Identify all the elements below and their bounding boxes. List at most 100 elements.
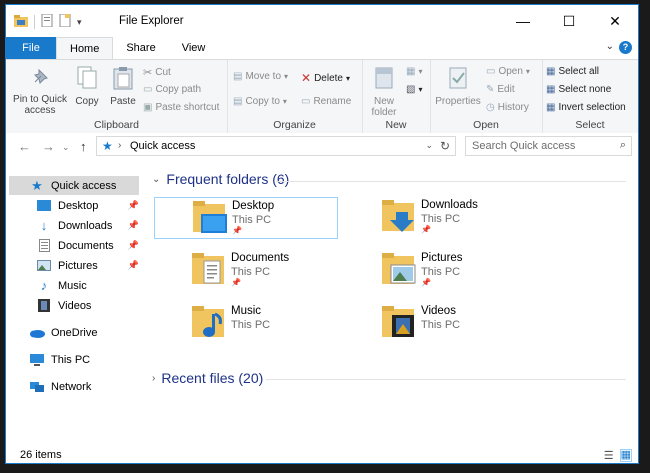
qat-dropdown-icon[interactable]: ▾	[77, 17, 82, 28]
nav-item-desktop[interactable]: Desktop 📌	[9, 196, 139, 215]
delete-button[interactable]: ✕ Delete ▾	[301, 71, 350, 85]
copy-to-button[interactable]: ▤ Copy to ▾	[233, 96, 287, 107]
new-item-button[interactable]: ▦ ▾	[406, 66, 422, 77]
nav-item-music[interactable]: ♪ Music	[9, 276, 139, 295]
status-bar: 26 items ☰ ▦	[6, 447, 638, 463]
folder-location: This PC	[421, 266, 461, 278]
breadcrumb-chevron-icon[interactable]: ›	[118, 140, 121, 151]
invert-selection-label: Invert selection	[558, 102, 626, 113]
help-icon[interactable]: ?	[619, 41, 632, 54]
search-box[interactable]: Search Quick access ⌕	[465, 136, 632, 156]
copy-to-label: Copy to	[245, 96, 280, 107]
minimize-button[interactable]: —	[500, 5, 546, 37]
folder-tile-music[interactable]: Music This PC	[154, 303, 338, 345]
nav-item-network[interactable]: Network	[9, 377, 139, 396]
collapse-chevron-icon[interactable]: ⌄	[152, 174, 160, 185]
folder-tile-videos[interactable]: Videos This PC	[344, 303, 528, 345]
properties-qat-icon[interactable]	[41, 13, 53, 30]
invert-selection-button[interactable]: ▦ Invert selection	[546, 102, 626, 113]
cut-button[interactable]: ✂ Cut	[143, 66, 171, 79]
easy-access-button[interactable]: ▧ ▾	[406, 84, 422, 95]
pin-icon[interactable]: 📌	[128, 200, 139, 211]
recent-locations-icon[interactable]: ⌄	[62, 142, 70, 153]
quick-access-star-icon: ★	[31, 177, 43, 193]
search-icon[interactable]: ⌕	[620, 139, 626, 152]
nav-item-pictures[interactable]: Pictures 📌	[9, 256, 139, 275]
new-item-dropdown-icon: ▾	[418, 67, 423, 76]
properties-button[interactable]: Properties	[434, 66, 482, 107]
open-dropdown-icon: ▾	[525, 67, 530, 76]
address-dropdown-icon[interactable]: ⌄	[425, 140, 433, 151]
maximize-button[interactable]: ☐	[546, 5, 592, 37]
tab-view[interactable]: View	[169, 37, 219, 59]
folder-location: This PC	[421, 213, 461, 225]
pinned-icon: 📌	[421, 225, 431, 234]
nav-label: Music	[58, 279, 87, 292]
tab-file[interactable]: File	[6, 37, 56, 59]
back-arrow-icon[interactable]: ←	[18, 139, 31, 154]
paste-button[interactable]: Paste	[106, 66, 140, 107]
new-folder-button[interactable]: New folder	[368, 66, 400, 118]
details-view-icon[interactable]: ☰	[604, 449, 614, 462]
up-arrow-icon[interactable]: ↑	[80, 139, 87, 154]
open-label: Open	[498, 66, 523, 77]
refresh-icon[interactable]: ↻	[440, 139, 450, 153]
folder-tile-desktop[interactable]: Desktop This PC 📌	[154, 197, 338, 239]
folder-tile-pictures[interactable]: Pictures This PC 📌	[344, 250, 528, 292]
paste-shortcut-button[interactable]: ▣ Paste shortcut	[143, 102, 219, 113]
folder-tile-documents[interactable]: Documents This PC 📌	[154, 250, 338, 292]
nav-item-videos[interactable]: Videos	[9, 296, 139, 315]
pin-icon[interactable]: 📌	[128, 240, 139, 251]
copy-path-icon: ▭	[143, 84, 153, 95]
downloads-folder-icon	[382, 200, 418, 234]
pin-icon[interactable]: 📌	[128, 260, 139, 271]
copy-to-dropdown-icon: ▾	[282, 97, 287, 106]
nav-item-onedrive[interactable]: OneDrive	[9, 323, 139, 342]
move-to-button[interactable]: ▤ Move to ▾	[233, 71, 288, 82]
tab-share[interactable]: Share	[113, 37, 168, 59]
folder-location: This PC	[231, 319, 271, 331]
move-to-icon: ▤	[233, 71, 243, 82]
cut-label: Cut	[155, 67, 171, 78]
desktop-icon	[36, 198, 52, 214]
copy-icon	[70, 66, 104, 93]
pin-to-quick-access-button[interactable]: Pin to Quick access	[10, 66, 70, 116]
nav-label: Network	[51, 380, 92, 393]
select-none-icon: ▦	[546, 84, 556, 95]
pin-icon[interactable]: 📌	[128, 220, 139, 231]
select-all-button[interactable]: ▦ Select all	[546, 66, 599, 77]
recent-files-header[interactable]: › Recent files (20)	[152, 370, 263, 386]
new-folder-qat-icon[interactable]	[59, 13, 71, 30]
search-input[interactable]: Search Quick access	[472, 140, 575, 152]
folder-name: Desktop	[232, 200, 275, 212]
network-icon	[29, 379, 45, 395]
folder-tile-downloads[interactable]: Downloads This PC 📌	[344, 197, 528, 239]
tab-home[interactable]: Home	[56, 37, 114, 59]
select-none-button[interactable]: ▦ Select none	[546, 84, 611, 95]
rename-button[interactable]: ▭ Rename	[301, 96, 351, 107]
nav-label: Documents	[58, 239, 114, 252]
nav-item-quick-access[interactable]: ★ Quick access	[9, 176, 139, 195]
document-icon	[36, 238, 52, 254]
pinned-icon: 📌	[232, 226, 242, 235]
collapse-ribbon-icon[interactable]: ⌄	[606, 41, 614, 52]
content-pane: ⌄ Frequent folders (6) Desktop This PC 📌…	[146, 165, 638, 450]
nav-item-downloads[interactable]: ↓ Downloads 📌	[9, 216, 139, 235]
section-divider	[266, 379, 626, 380]
copy-label: Copy	[75, 96, 99, 107]
copy-path-button[interactable]: ▭ Copy path	[143, 84, 201, 95]
scissors-icon: ✂	[143, 67, 153, 79]
copy-button[interactable]: Copy	[70, 66, 104, 107]
edit-button[interactable]: ✎ Edit	[486, 84, 515, 95]
expand-chevron-icon[interactable]: ›	[152, 373, 155, 384]
frequent-folders-header[interactable]: ⌄ Frequent folders (6)	[152, 171, 289, 187]
history-button[interactable]: ◷ History	[486, 102, 529, 113]
nav-item-documents[interactable]: Documents 📌	[9, 236, 139, 255]
nav-item-this-pc[interactable]: This PC	[9, 350, 139, 369]
nav-label: Quick access	[51, 179, 117, 192]
address-bar[interactable]: ★ › Quick access ⌄ ↻	[96, 136, 456, 156]
forward-arrow-icon[interactable]: →	[42, 139, 55, 154]
large-icons-view-icon[interactable]: ▦	[619, 449, 632, 462]
close-button[interactable]: ✕	[592, 5, 638, 37]
open-button[interactable]: ▭ Open ▾	[486, 66, 530, 77]
